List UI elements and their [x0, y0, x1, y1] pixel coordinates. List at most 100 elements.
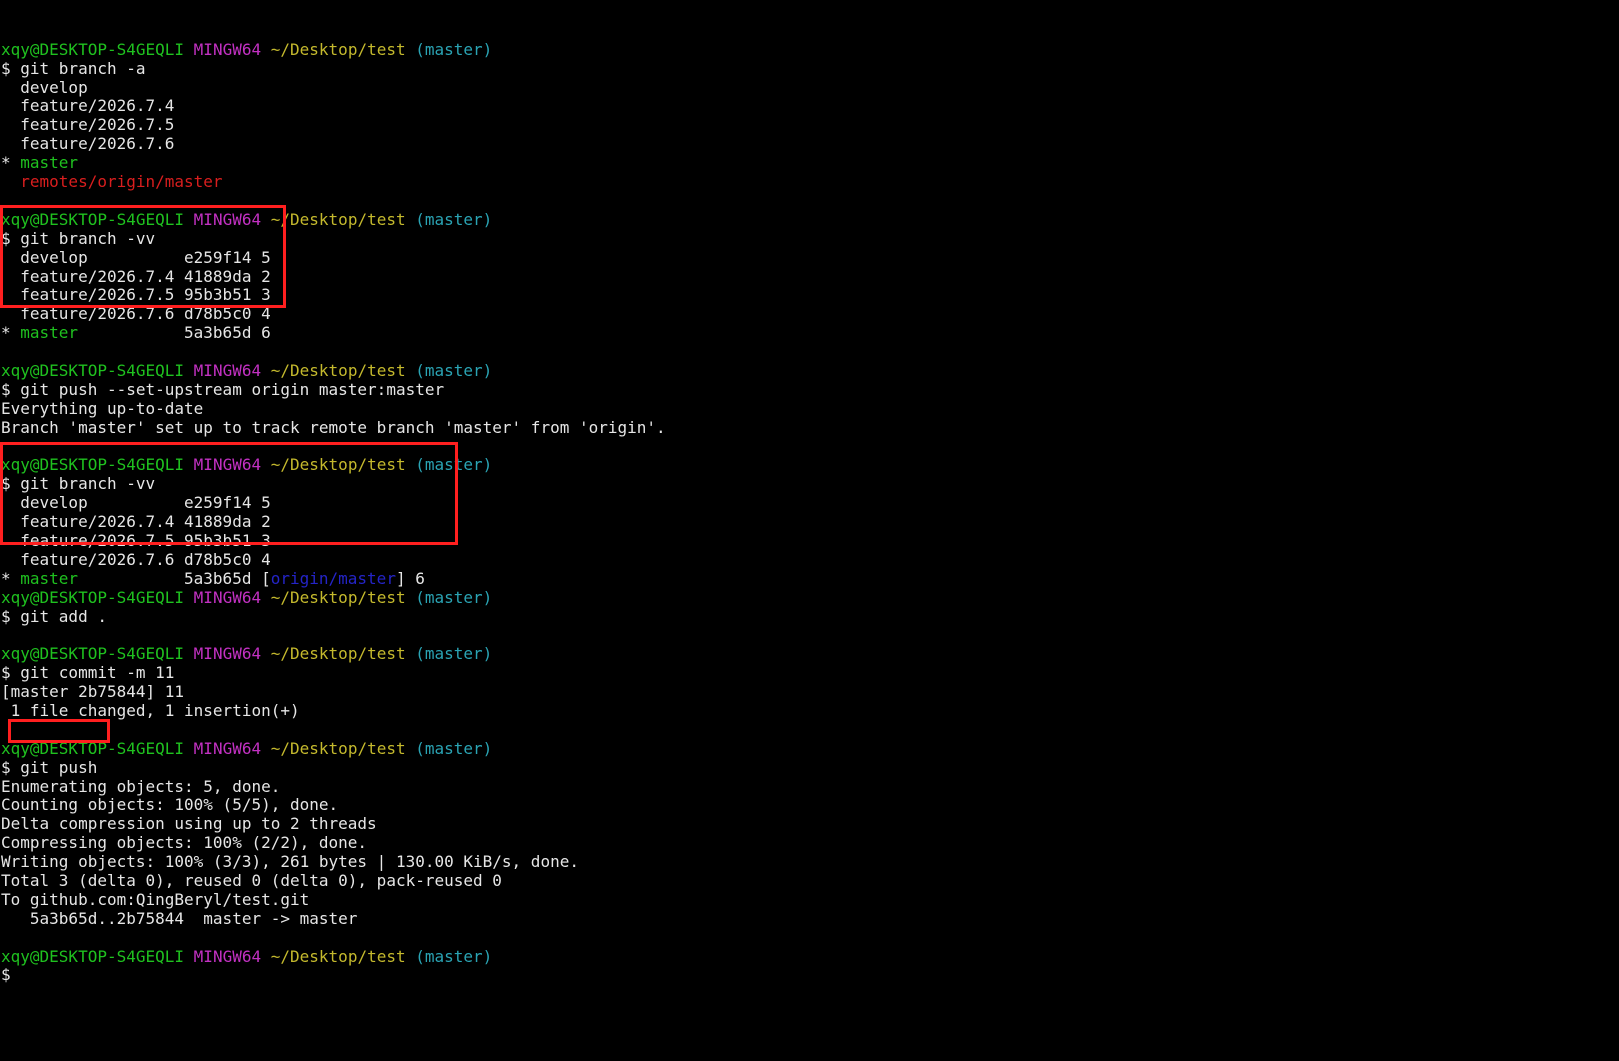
terminal-line: $ git branch -vv — [1, 229, 1619, 249]
terminal-line: feature/2026.7.4 41889da 2 — [1, 512, 1619, 532]
terminal-text-segment: $ git push — [1, 757, 98, 777]
terminal-line: feature/2026.7.4 — [1, 97, 1619, 116]
terminal-text-segment: feature/2026.7.6 d78b5c0 4 — [1, 304, 271, 324]
terminal-line: xqy@DESKTOP-S4GEQLI MINGW64 ~/Desktop/te… — [1, 946, 1619, 967]
terminal-text-segment: ~/Desktop/test — [270, 946, 406, 966]
terminal-text-segment: $ git branch -a — [1, 58, 146, 78]
terminal-text-segment: develop e259f14 5 — [1, 247, 271, 267]
terminal-text-segment: feature/2026.7.4 — [1, 96, 175, 116]
terminal-line: 5a3b65d..2b75844 master -> master — [1, 909, 1619, 929]
terminal-text-segment: $ git push --set-upstream origin master:… — [1, 379, 445, 399]
terminal-text-segment: $ git add . — [1, 606, 107, 626]
terminal-text-segment: xqy@DESKTOP-S4GEQLI — [1, 587, 185, 607]
terminal-text-segment: ~/Desktop/test — [270, 209, 406, 229]
terminal-text-segment: (master) — [415, 39, 493, 59]
terminal-line: 1 file changed, 1 insertion(+) — [1, 700, 1619, 721]
terminal-line: Enumerating objects: 5, done. — [1, 776, 1619, 797]
terminal-line: Total 3 (delta 0), reused 0 (delta 0), p… — [1, 871, 1619, 891]
terminal-text-segment: 1 file changed, 1 insertion(+) — [1, 700, 300, 720]
terminal-text-segment: MINGW64 — [193, 209, 262, 229]
terminal-text-segment: (master) — [415, 587, 493, 607]
terminal-line: Writing objects: 100% (3/3), 261 bytes |… — [1, 852, 1619, 872]
terminal-line: xqy@DESKTOP-S4GEQLI MINGW64 ~/Desktop/te… — [1, 39, 1619, 60]
terminal-text-segment: (master) — [415, 455, 493, 475]
terminal-text-segment: MINGW64 — [193, 39, 262, 59]
terminal-text-segment: $ git branch -vv — [1, 474, 156, 494]
terminal-line: develop e259f14 5 — [1, 247, 1619, 268]
terminal-line: xqy@DESKTOP-S4GEQLI MINGW64 ~/Desktop/te… — [1, 738, 1619, 759]
terminal-text-segment: Enumerating objects: 5, done. — [1, 776, 281, 796]
terminal-text-segment: xqy@DESKTOP-S4GEQLI — [1, 644, 185, 664]
terminal-line: To github.com:QingBeryl/test.git — [1, 890, 1619, 910]
terminal-text-segment: master — [20, 323, 79, 343]
terminal-text-segment: Writing objects: 100% (3/3), 261 bytes |… — [1, 852, 579, 872]
terminal-line: Everything up-to-date — [1, 398, 1619, 419]
terminal-text-segment: (master) — [415, 209, 493, 229]
terminal-text-segment: xqy@DESKTOP-S4GEQLI — [1, 39, 185, 59]
terminal-text-segment: develop — [1, 77, 88, 97]
terminal-line: develop e259f14 5 — [1, 493, 1619, 513]
terminal-text-segment: ~/Desktop/test — [270, 738, 406, 758]
terminal-line: $ git commit -m 11 — [1, 663, 1619, 683]
terminal-text-segment: * — [1, 153, 21, 173]
terminal-line: xqy@DESKTOP-S4GEQLI MINGW64 ~/Desktop/te… — [1, 644, 1619, 664]
terminal-line: $ git push --set-upstream origin master:… — [1, 379, 1619, 400]
terminal-text-segment: (master) — [415, 738, 493, 758]
terminal-text-segment: 5a3b65d 6 — [78, 323, 271, 343]
terminal-text-segment: ~/Desktop/test — [270, 455, 406, 475]
terminal-line: feature/2026.7.6 — [1, 134, 1619, 154]
terminal-text-segment: Everything up-to-date — [1, 398, 204, 418]
terminal-line: xqy@DESKTOP-S4GEQLI MINGW64 ~/Desktop/te… — [1, 360, 1619, 381]
terminal-line: feature/2026.7.5 — [1, 115, 1619, 135]
terminal-text-segment: (master) — [415, 644, 493, 664]
terminal-text-segment: MINGW64 — [193, 738, 262, 758]
terminal-line: Compressing objects: 100% (2/2), done. — [1, 833, 1619, 853]
terminal-text-segment: MINGW64 — [193, 644, 262, 664]
terminal-line: feature/2026.7.6 d78b5c0 4 — [1, 304, 1619, 324]
terminal-text-segment: ~/Desktop/test — [270, 587, 406, 607]
terminal-text-segment: feature/2026.7.5 95b3b51 3 — [1, 285, 271, 305]
terminal-text-segment: xqy@DESKTOP-S4GEQLI — [1, 946, 185, 966]
terminal-text-segment: xqy@DESKTOP-S4GEQLI — [1, 455, 185, 475]
terminal-text-segment: ~/Desktop/test — [270, 644, 406, 664]
terminal-text-segment: develop e259f14 5 — [1, 493, 271, 513]
terminal-text-segment: Branch 'master' set up to track remote b… — [1, 417, 666, 437]
terminal-text-segment: (master) — [415, 360, 493, 380]
terminal-text-segment: $ — [1, 965, 11, 985]
terminal-text-segment: MINGW64 — [193, 360, 262, 380]
terminal-line: $ git branch -a — [1, 58, 1619, 79]
terminal-line: * master 5a3b65d [origin/master] 6 — [1, 568, 1619, 589]
terminal-text-segment: * — [1, 323, 21, 343]
terminal-line: Branch 'master' set up to track remote b… — [1, 417, 1619, 438]
terminal-line: * master 5a3b65d 6 — [1, 323, 1619, 343]
terminal-text-segment: ] 6 — [395, 568, 425, 588]
terminal-text-segment: master — [20, 153, 79, 173]
terminal-window[interactable]: xqy@DESKTOP-S4GEQLI MINGW64 ~/Desktop/te… — [0, 0, 1619, 984]
terminal-line: [master 2b75844] 11 — [1, 682, 1619, 702]
terminal-text-segment: feature/2026.7.6 — [1, 134, 175, 154]
terminal-line: xqy@DESKTOP-S4GEQLI MINGW64 ~/Desktop/te… — [1, 209, 1619, 230]
